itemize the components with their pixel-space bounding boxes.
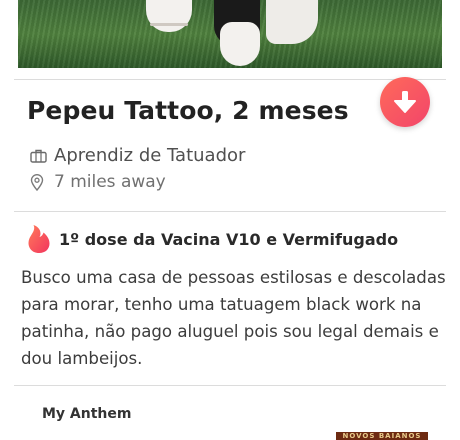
divider bbox=[14, 79, 446, 80]
bio-text: Busco uma casa de pessoas estilosas e de… bbox=[21, 268, 446, 368]
briefcase-icon bbox=[30, 147, 48, 165]
location-pin-icon bbox=[30, 173, 48, 191]
collapse-profile-button[interactable] bbox=[380, 77, 430, 127]
divider bbox=[14, 211, 446, 212]
divider bbox=[14, 385, 446, 386]
flame-icon bbox=[28, 225, 50, 253]
job-title: Aprendiz de Tatuador bbox=[54, 145, 246, 166]
arrow-down-icon bbox=[394, 91, 416, 113]
highlight-row: 1º dose da Vacina V10 e Vermifugado bbox=[27, 224, 398, 254]
distance-text: 7 miles away bbox=[54, 172, 166, 192]
distance-row: 7 miles away bbox=[30, 172, 166, 192]
highlight-text: 1º dose da Vacina V10 e Vermifugado bbox=[59, 229, 399, 249]
photo-paw-right bbox=[220, 22, 260, 66]
anthem-heading: My Anthem bbox=[42, 406, 132, 422]
profile-photo[interactable] bbox=[18, 0, 442, 68]
profile-name: Pepeu Tattoo, 2 meses bbox=[27, 96, 349, 125]
album-cover[interactable]: NOVOS BAIANOS bbox=[336, 432, 428, 440]
album-title: NOVOS BAIANOS bbox=[342, 432, 422, 440]
job-row: Aprendiz de Tatuador bbox=[30, 145, 245, 166]
